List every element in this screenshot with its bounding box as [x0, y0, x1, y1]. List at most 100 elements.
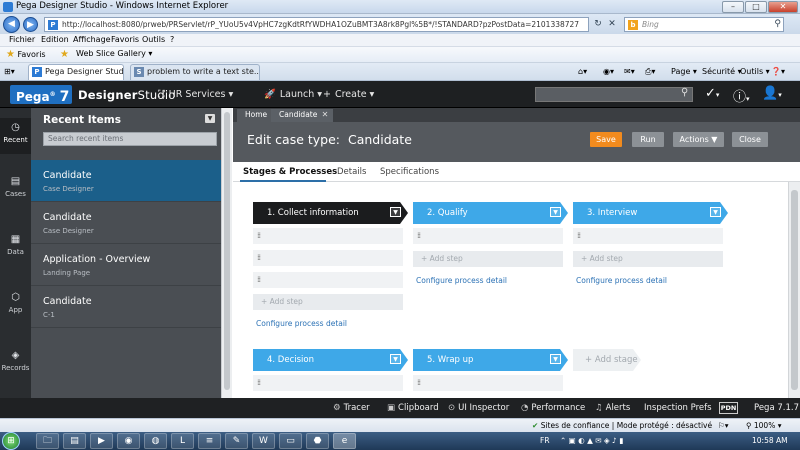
address-bar[interactable]: P http://localhost:8080/prweb/PRServlet/…: [44, 17, 589, 32]
security-zone[interactable]: ✔ Sites de confiance | Mode protégé : dé…: [532, 421, 712, 430]
chevron-down-icon[interactable]: ▼: [550, 207, 561, 217]
launch-menu[interactable]: 🚀 Launch ▾: [264, 89, 322, 100]
zoom-level[interactable]: ⚲ 100% ▾: [746, 421, 782, 430]
forward-button[interactable]: ▶: [23, 17, 38, 32]
taskbar-pdf-icon[interactable]: ⬣: [306, 433, 329, 449]
clipboard-button[interactable]: ▣ Clipboard: [387, 403, 439, 413]
stage-interview[interactable]: 3. Interview ▼: [573, 202, 728, 224]
user-icon[interactable]: 👤▾: [762, 86, 782, 101]
scrollbar-thumb[interactable]: [224, 112, 230, 390]
recent-item[interactable]: Application - Overview Landing Page: [31, 244, 221, 286]
process-step[interactable]: ⁞⁞: [253, 228, 403, 245]
chevron-down-icon[interactable]: ▼: [390, 354, 401, 364]
drag-handle-icon[interactable]: ⁞⁞: [257, 378, 261, 387]
mail-icon[interactable]: ✉▾: [624, 67, 635, 76]
tab-home[interactable]: Home: [237, 109, 276, 122]
close-button[interactable]: Close: [732, 132, 768, 147]
process-step[interactable]: ⁞⁞: [413, 228, 563, 245]
save-button[interactable]: Save: [590, 132, 622, 147]
configure-process-link[interactable]: Configure process detail: [256, 319, 347, 328]
performance-button[interactable]: ◔ Performance: [521, 403, 585, 413]
add-step-button[interactable]: + Add step: [413, 251, 563, 267]
maximize-button[interactable]: □: [745, 1, 767, 13]
taskbar-cmd-icon[interactable]: ▭: [279, 433, 302, 449]
menu-outils[interactable]: Outils: [142, 35, 165, 44]
alerts-button[interactable]: ♫ Alerts: [595, 403, 630, 413]
taskbar-lync-icon[interactable]: L: [171, 433, 194, 449]
pega-logo[interactable]: Pega® 7: [10, 85, 72, 105]
ui-inspector-button[interactable]: ⊙ UI Inspector: [448, 403, 509, 413]
rail-item-cases[interactable]: ▤ Cases: [0, 176, 31, 198]
feeds-icon[interactable]: ◉▾: [603, 67, 614, 76]
help-menu[interactable]: ❓▾: [771, 67, 785, 76]
home-icon[interactable]: ⌂▾: [578, 67, 587, 76]
recent-item[interactable]: Candidate C-1: [31, 286, 221, 328]
quick-tabs-icon[interactable]: ⊞▾: [4, 67, 15, 76]
close-window-button[interactable]: ✕: [768, 1, 798, 13]
rail-item-data[interactable]: ▦ Data: [0, 234, 31, 256]
process-step[interactable]: ⁞⁞: [573, 228, 723, 245]
stage-collect-information[interactable]: 1. Collect information ▼: [253, 202, 408, 224]
configure-process-link[interactable]: Configure process detail: [576, 276, 667, 285]
scrollbar-thumb[interactable]: [791, 190, 798, 390]
protected-mode-icon[interactable]: ⚐▾: [718, 421, 729, 430]
help-icon[interactable]: ⓘ▾: [733, 86, 750, 105]
chevron-down-icon[interactable]: ▼: [550, 354, 561, 364]
menu-affichage[interactable]: Affichage: [73, 35, 111, 44]
taskbar-chrome-icon[interactable]: ◉: [117, 433, 140, 449]
drag-handle-icon[interactable]: ⁞⁞: [417, 378, 421, 387]
menu-edition[interactable]: Edition: [41, 35, 69, 44]
drag-handle-icon[interactable]: ⁞⁞: [417, 231, 421, 240]
chevron-down-icon[interactable]: ▼: [710, 207, 721, 217]
rail-item-records[interactable]: ◈ Records: [0, 350, 31, 372]
add-favorite-icon[interactable]: ★: [60, 49, 69, 60]
taskbar-paint-icon[interactable]: ✎: [225, 433, 248, 449]
canvas-scrollbar[interactable]: [788, 182, 800, 398]
search-icon[interactable]: ⚲: [774, 19, 781, 29]
recent-item[interactable]: Candidate Case Designer: [31, 160, 221, 202]
drag-handle-icon[interactable]: ⁞⁞: [577, 231, 581, 240]
refresh-icon[interactable]: ↻: [592, 18, 604, 30]
chevron-down-icon[interactable]: ▼: [390, 207, 401, 217]
application-menu[interactable]: ⛶ HR Services ▾: [158, 89, 233, 100]
pdn-button[interactable]: PDN: [719, 402, 738, 414]
tab-specifications[interactable]: Specifications: [380, 167, 439, 177]
recent-item[interactable]: Candidate Case Designer: [31, 202, 221, 244]
panel-menu-icon[interactable]: ▼: [205, 114, 215, 123]
browser-tab-pega[interactable]: P Pega Designer Studio: [28, 64, 124, 80]
process-step[interactable]: ⁞⁞: [413, 375, 563, 392]
recent-search-input[interactable]: Search recent items: [43, 132, 217, 146]
menu-help[interactable]: ?: [170, 35, 174, 44]
tab-stages-processes[interactable]: Stages & Processes: [243, 167, 337, 177]
browser-search-box[interactable]: b Bing ⚲: [624, 17, 784, 32]
favorites-button[interactable]: ★ Favoris: [6, 49, 46, 60]
language-indicator[interactable]: FR: [540, 436, 550, 445]
stage-decision[interactable]: 4. Decision ▼: [253, 349, 408, 371]
stage-wrap-up[interactable]: 5. Wrap up ▼: [413, 349, 568, 371]
process-step[interactable]: ⁞⁞: [253, 375, 403, 392]
search-icon[interactable]: ⚲: [681, 87, 688, 98]
drag-handle-icon[interactable]: ⁞⁞: [257, 253, 261, 262]
taskbar-media-icon[interactable]: ▶: [90, 433, 113, 449]
add-stage-button[interactable]: + Add stage: [573, 349, 641, 371]
menu-favoris[interactable]: Favoris: [111, 35, 139, 44]
configure-process-link[interactable]: Configure process detail: [416, 276, 507, 285]
process-step[interactable]: ⁞⁞: [253, 272, 403, 289]
web-slice-gallery-link[interactable]: Web Slice Gallery ▾: [76, 49, 152, 58]
back-button[interactable]: ◀: [3, 16, 20, 33]
menu-fichier[interactable]: Fichier: [9, 35, 35, 44]
rail-item-app[interactable]: ⬡ App: [0, 292, 31, 314]
stage-qualify[interactable]: 2. Qualify ▼: [413, 202, 568, 224]
page-menu[interactable]: Page ▾: [671, 67, 697, 76]
url-text[interactable]: http://localhost:8080/prweb/PRServlet/rP…: [62, 20, 582, 29]
minimize-button[interactable]: –: [722, 1, 744, 13]
tracer-button[interactable]: ⚙ Tracer: [333, 403, 370, 413]
taskbar-folder-icon[interactable]: ▤: [63, 433, 86, 449]
tools-menu[interactable]: Outils ▾: [740, 67, 770, 76]
drag-handle-icon[interactable]: ⁞⁞: [257, 231, 261, 240]
tab-candidate[interactable]: Candidate ✕: [271, 109, 334, 122]
tray-icons[interactable]: ⌃ ▣ ◐ ▲ ✉ ◈ ♪ ▮: [560, 436, 623, 445]
drag-handle-icon[interactable]: ⁞⁞: [257, 275, 261, 284]
taskbar-firefox-icon[interactable]: ◍: [144, 433, 167, 449]
add-step-button[interactable]: + Add step: [573, 251, 723, 267]
